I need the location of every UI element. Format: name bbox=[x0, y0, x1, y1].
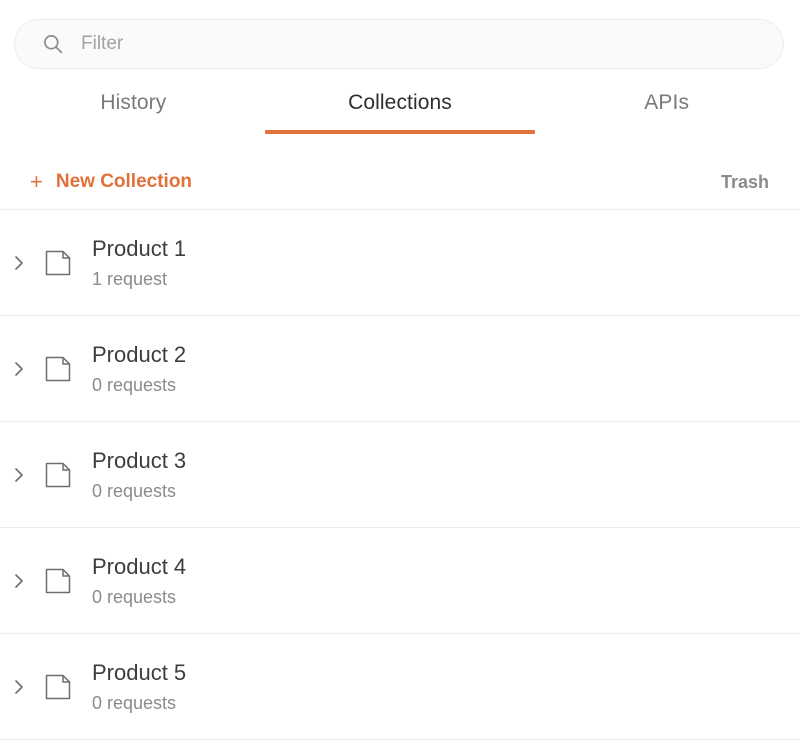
tab-history-label: History bbox=[100, 91, 167, 114]
chevron-right-icon[interactable] bbox=[8, 570, 30, 592]
collection-title: Product 3 bbox=[92, 448, 187, 473]
collection-row-text: Product 4 0 requests bbox=[92, 553, 186, 608]
tab-active-underline bbox=[265, 130, 535, 134]
collection-row-text: Product 3 0 requests bbox=[92, 447, 186, 502]
tab-history[interactable]: History bbox=[0, 90, 267, 140]
collection-request-count: 0 requests bbox=[92, 375, 177, 395]
collection-row-text: Product 5 0 requests bbox=[92, 659, 186, 714]
chevron-right-icon[interactable] bbox=[8, 252, 30, 274]
collection-title: Product 4 bbox=[92, 554, 187, 579]
collection-row-text: Product 1 1 request bbox=[92, 235, 186, 290]
collections-panel: History Collections APIs + New Collectio… bbox=[0, 0, 800, 750]
collection-request-count: 1 request bbox=[92, 269, 168, 289]
tab-apis-label: APIs bbox=[644, 91, 690, 114]
collections-list: Product 1 1 request Product 2 0 requests bbox=[0, 210, 800, 740]
collection-row-text: Product 2 0 requests bbox=[92, 341, 186, 396]
collection-title: Product 2 bbox=[92, 342, 187, 367]
tab-apis[interactable]: APIs bbox=[533, 90, 800, 140]
trash-button[interactable]: Trash bbox=[721, 170, 769, 194]
folder-icon bbox=[45, 250, 71, 275]
chevron-right-icon[interactable] bbox=[8, 358, 30, 380]
folder-icon bbox=[45, 462, 71, 487]
chevron-right-icon[interactable] bbox=[8, 676, 30, 698]
collection-row[interactable]: Product 2 0 requests bbox=[0, 316, 800, 422]
new-collection-label: New Collection bbox=[55, 171, 193, 192]
tab-bar: History Collections APIs bbox=[0, 90, 800, 140]
search-bar[interactable] bbox=[14, 19, 784, 69]
tab-collections[interactable]: Collections bbox=[265, 90, 535, 140]
collection-row[interactable]: Product 3 0 requests bbox=[0, 422, 800, 528]
collection-request-count: 0 requests bbox=[92, 693, 177, 713]
new-collection-button[interactable]: + New Collection bbox=[30, 170, 192, 194]
collection-title: Product 5 bbox=[92, 660, 187, 685]
chevron-right-icon[interactable] bbox=[8, 464, 30, 486]
search-icon bbox=[44, 35, 63, 54]
folder-icon bbox=[45, 356, 71, 381]
folder-icon bbox=[45, 674, 71, 699]
collection-row[interactable]: Product 4 0 requests bbox=[0, 528, 800, 634]
collection-title: Product 1 bbox=[92, 236, 187, 261]
search-input[interactable] bbox=[81, 32, 765, 56]
collections-toolbar: + New Collection Trash bbox=[0, 155, 800, 210]
folder-icon bbox=[45, 568, 71, 593]
collection-row[interactable]: Product 1 1 request bbox=[0, 210, 800, 316]
collection-row[interactable]: Product 5 0 requests bbox=[0, 634, 800, 740]
collection-request-count: 0 requests bbox=[92, 587, 177, 607]
plus-icon: + bbox=[30, 169, 43, 194]
collection-request-count: 0 requests bbox=[92, 481, 177, 501]
tab-collections-label: Collections bbox=[348, 91, 452, 114]
